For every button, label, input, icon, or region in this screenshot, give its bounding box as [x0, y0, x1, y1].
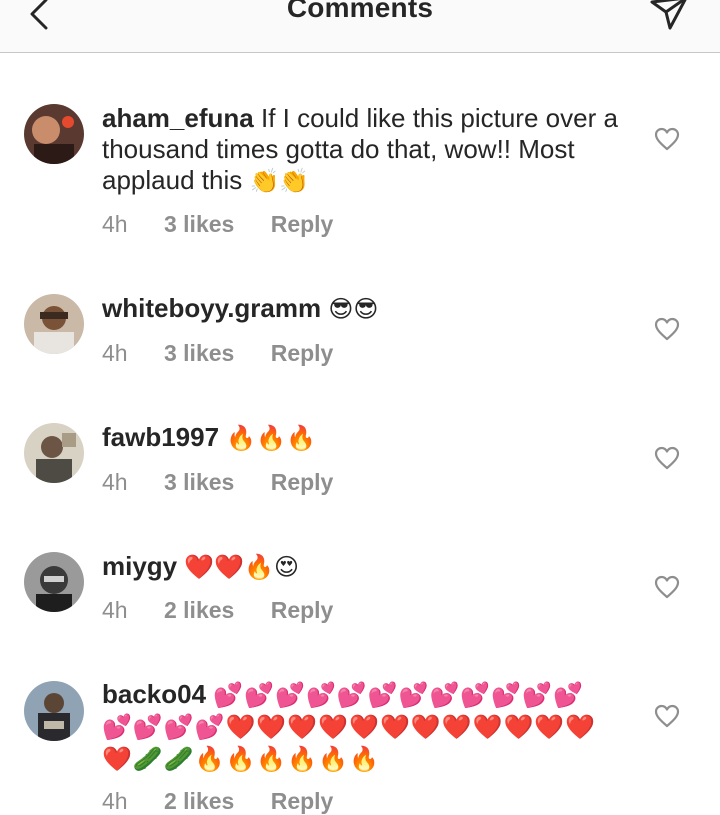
reply-button[interactable]: Reply: [271, 788, 334, 814]
reply-button[interactable]: Reply: [271, 469, 334, 495]
comment-username[interactable]: miygy: [102, 551, 177, 581]
heart-icon: [654, 704, 680, 728]
reply-button[interactable]: Reply: [271, 340, 334, 366]
comment-text: backo04 💕💕💕💕💕💕💕💕💕💕💕💕💕💕💕💕❤️❤️❤️❤️❤️❤️❤️❤️…: [102, 679, 612, 775]
comment-meta: 4h 3 likes Reply: [102, 469, 363, 496]
comment-text: aham_efuna If I could like this picture …: [102, 103, 622, 197]
avatar[interactable]: [24, 681, 84, 741]
comment-text: miygy ❤️❤️🔥😍: [102, 551, 622, 583]
comment-text: fawb1997 🔥🔥🔥: [102, 422, 622, 454]
avatar[interactable]: [24, 423, 84, 483]
comment-likes[interactable]: 3 likes: [164, 211, 234, 237]
comment-username[interactable]: whiteboyy.gramm: [102, 293, 321, 323]
heart-icon: [654, 127, 680, 151]
comment-likes[interactable]: 3 likes: [164, 469, 234, 495]
like-comment-button[interactable]: [654, 704, 680, 728]
comment-timestamp: 4h: [102, 211, 128, 237]
paper-plane-icon: [650, 0, 687, 30]
comment-meta: 4h 2 likes Reply: [102, 788, 363, 815]
heart-icon: [654, 446, 680, 470]
comment-timestamp: 4h: [102, 788, 128, 814]
comment-timestamp: 4h: [102, 597, 128, 623]
comment-text: whiteboyy.gramm 😎😎: [102, 293, 622, 325]
comment-timestamp: 4h: [102, 469, 128, 495]
like-comment-button[interactable]: [654, 575, 680, 599]
comment-emoji: 🔥🔥🔥: [226, 425, 316, 452]
like-comment-button[interactable]: [654, 446, 680, 470]
heart-icon: [654, 575, 680, 599]
heart-icon: [654, 317, 680, 341]
comment-meta: 4h 2 likes Reply: [102, 597, 363, 624]
page-title: Comments: [286, 0, 434, 23]
like-comment-button[interactable]: [654, 127, 680, 151]
comment-timestamp: 4h: [102, 340, 128, 366]
like-comment-button[interactable]: [654, 317, 680, 341]
direct-share-button[interactable]: [646, 0, 690, 34]
top-bar: Comments: [0, 0, 720, 53]
avatar[interactable]: [24, 552, 84, 612]
avatar[interactable]: [24, 104, 84, 164]
reply-button[interactable]: Reply: [271, 597, 334, 623]
comment-emoji: 👏👏: [249, 168, 310, 195]
avatar[interactable]: [24, 294, 84, 354]
comment-username[interactable]: aham_efuna: [102, 103, 254, 133]
comment-username[interactable]: backo04: [102, 679, 206, 709]
comment-likes[interactable]: 2 likes: [164, 788, 234, 814]
comment-meta: 4h 3 likes Reply: [102, 211, 363, 238]
comment-likes[interactable]: 2 likes: [164, 597, 234, 623]
comment-username[interactable]: fawb1997: [102, 422, 219, 452]
comment-emoji: ❤️❤️🔥😍: [184, 554, 300, 581]
comment-likes[interactable]: 3 likes: [164, 340, 234, 366]
reply-button[interactable]: Reply: [271, 211, 334, 237]
comment-emoji: 😎😎: [328, 296, 379, 323]
comment-meta: 4h 3 likes Reply: [102, 340, 363, 367]
